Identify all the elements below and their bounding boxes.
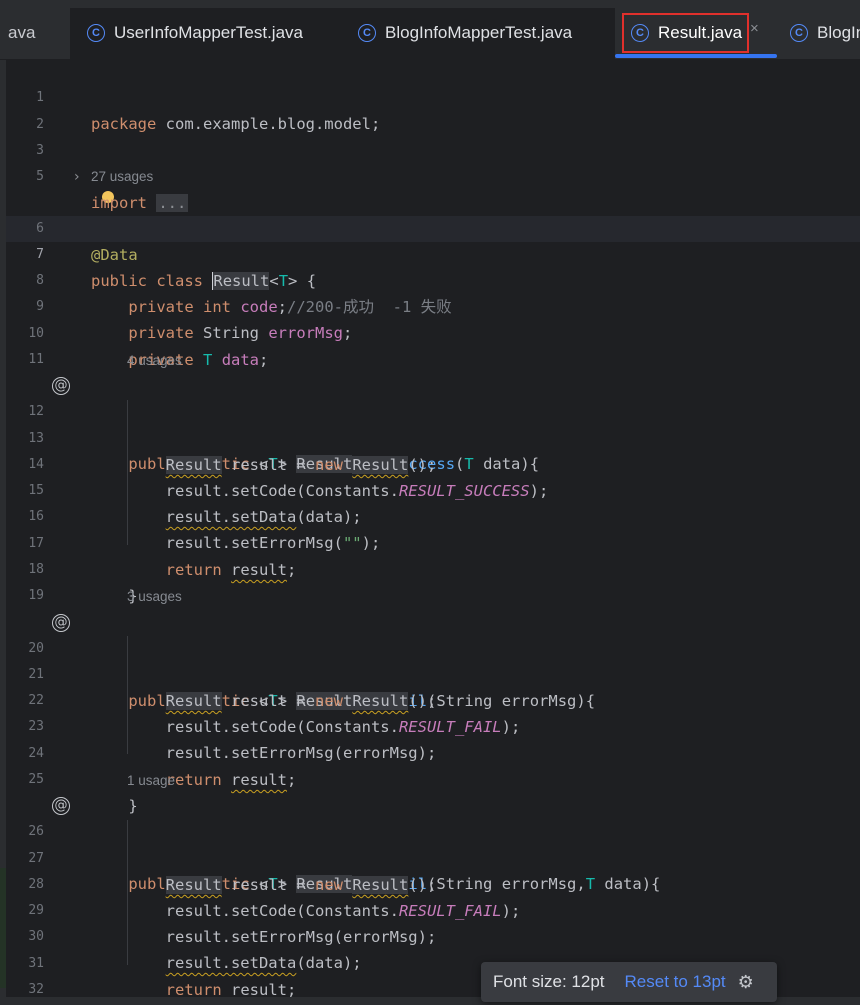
usages-hint[interactable]: 27 usages [0,167,860,187]
code-line: 6 @Data [0,190,860,264]
java-class-icon: C [790,24,808,42]
code-line: 5 [0,138,860,184]
font-size-label: Font size: 12pt [493,972,605,991]
usages-hint[interactable]: 1 usage [0,771,860,791]
tab-label: BlogIn [817,23,860,42]
tab-label: UserInfoMapperTest.java [114,23,303,42]
tab-blog-partial[interactable]: C BlogIn [790,8,860,58]
code-line: 27 Result result = new Result(); [0,820,860,894]
gear-icon[interactable]: ⚙ [738,972,754,993]
java-class-icon: C [358,24,376,42]
code-line: 17 return result; [0,505,860,579]
code-line: 22 result.setCode(Constants.RESULT_FAIL)… [0,662,860,736]
tab-blog-info-mapper-test[interactable]: C BlogInfoMapperTest.java [358,8,572,58]
usages-hint[interactable]: 4 usages [0,351,860,371]
code-line: 14 result.setCode(Constants.RESULT_SUCCE… [0,426,860,500]
code-line: 26 @ public static <T> Result<T> fail(St… [0,793,860,893]
tab-user-info-mapper-test[interactable]: C UserInfoMapperTest.java [87,8,303,58]
implements-method-icon[interactable]: @ [52,614,70,632]
implements-method-icon[interactable]: @ [52,797,70,815]
code-line: 25 } [0,741,860,815]
code-line: 13 Result result = new Result(); [0,400,860,474]
code-line: 10 private T data; [0,295,860,369]
tab-label: BlogInfoMapperTest.java [385,23,573,42]
code-line: 15 result.setData(data); [0,452,860,526]
code-line: 31 return result; [0,925,860,999]
code-line: 28 result.setCode(Constants.RESULT_FAIL)… [0,846,860,920]
code-line: 1 package com.example.blog.model; [0,59,860,133]
code-line: 19 [0,557,860,603]
code-line: 18 } [0,531,860,605]
close-tab-icon[interactable]: × [750,20,759,37]
code-line: 30 result.setData(data); [0,898,860,972]
tab-result-java[interactable]: C Result.java [622,13,750,53]
tab-label: Result.java [658,23,743,42]
code-line-current: 7 public class Result<T> { [0,216,860,290]
tab-partial-left[interactable]: ava [0,8,70,58]
editor-tab-bar: ava C UserInfoMapperTest.java C BlogInfo… [0,0,860,60]
code-line: 20 @ public static <T> Result<T> fail(St… [0,610,860,710]
font-size-popup: Font size: 12pt Reset to 13pt ⚙ [481,962,777,1002]
code-line: 24 return result; [0,715,860,789]
active-tab-underline [615,54,777,58]
code-line: 12 @ public static <T> Result<T> success… [0,373,860,473]
java-class-icon: C [631,24,649,42]
usages-hint[interactable]: 3 usages [0,587,860,607]
code-line: 9 private String errorMsg; [0,268,860,342]
code-line: 23 result.setErrorMsg(errorMsg); [0,688,860,762]
code-line: 2 [0,86,860,132]
java-class-icon: C [87,24,105,42]
code-line: 3 › import ... [0,112,860,212]
reset-font-size-link[interactable]: Reset to 13pt [625,972,726,992]
code-line: 29 result.setErrorMsg(errorMsg); [0,872,860,946]
code-line: 16 result.setErrorMsg(""); [0,478,860,552]
tab-partial-left-label: ava [8,23,36,42]
code-line: 8 private int code;//200-成功 -1 失败 [0,242,860,316]
implements-method-icon[interactable]: @ [52,377,70,395]
code-line: 21 Result result = new Result(); [0,636,860,710]
code-line: 11 [0,321,860,367]
